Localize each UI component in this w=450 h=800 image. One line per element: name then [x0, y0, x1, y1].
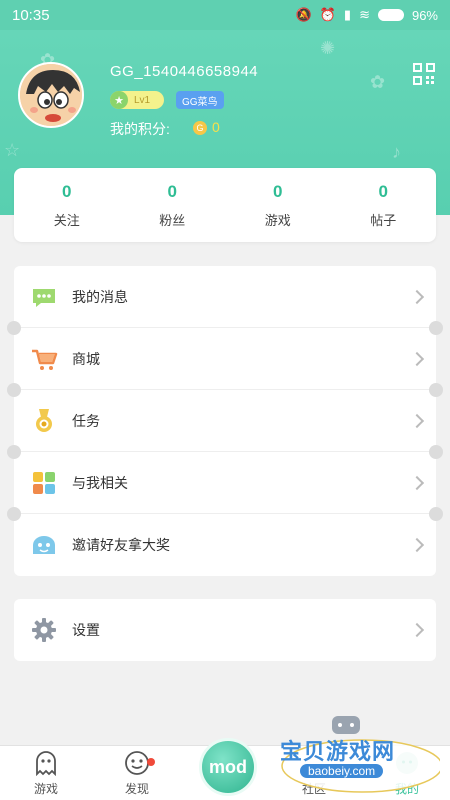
menu-item-invite[interactable]: 邀请好友拿大奖: [14, 514, 436, 576]
decor-icon: ✺: [320, 38, 336, 58]
notch-decoration: [7, 321, 21, 335]
notch-decoration: [7, 507, 21, 521]
stat-label: 游戏: [264, 212, 291, 228]
avatar[interactable]: [18, 62, 84, 128]
score-value: 0: [212, 119, 220, 135]
ghost-icon: [33, 750, 59, 777]
stat-followers[interactable]: 0 粉丝: [120, 168, 226, 242]
mute-icon: 🔕: [295, 7, 312, 22]
watermark: 宝贝游戏网 baobeiy.com: [270, 712, 440, 798]
notch-decoration: [429, 507, 443, 521]
alarm-icon: ⏰: [319, 7, 336, 22]
level-badge: ★ Lv1: [110, 91, 164, 109]
stat-value: 0: [167, 181, 177, 201]
wifi-icon: ≋: [359, 7, 370, 22]
status-icons: 🔕 ⏰ ▮ ≋ 96%: [296, 7, 438, 23]
watermark-title: 宝贝游戏网: [280, 739, 396, 764]
stat-label: 帖子: [370, 212, 397, 228]
status-bar: 10:35 🔕 ⏰ ▮ ≋ 96%: [0, 0, 450, 30]
notch-decoration: [429, 445, 443, 459]
chevron-right-icon: [409, 413, 425, 428]
battery-icon: [377, 9, 404, 21]
menu-item-related[interactable]: 与我相关: [14, 452, 436, 514]
username: GG_1540446658944: [110, 63, 259, 80]
chevron-right-icon: [409, 622, 425, 638]
menu-item-label: 设置: [72, 622, 100, 638]
menu-item-label: 与我相关: [72, 474, 128, 491]
medal-icon: [30, 407, 58, 435]
stat-value: 0: [378, 181, 388, 201]
chevron-right-icon: [409, 537, 425, 553]
menu-item-settings[interactable]: 设置: [14, 599, 436, 661]
chevron-right-icon: [409, 289, 425, 304]
stat-label: 关注: [53, 212, 80, 228]
stats-card: 0 关注 0 粉丝 0 游戏 0 帖子: [14, 168, 436, 242]
watermark-url: baobeiy.com: [300, 764, 384, 778]
message-icon: [30, 283, 58, 311]
score-label: 我的积分:: [110, 121, 170, 137]
decor-icon: ♪: [392, 142, 401, 162]
stat-label: 粉丝: [159, 212, 186, 228]
shopping-cart-icon: [30, 345, 58, 373]
invite-icon: [30, 531, 58, 559]
stat-games[interactable]: 0 游戏: [225, 168, 331, 242]
menu-item-tasks[interactable]: 任务: [14, 390, 436, 452]
menu-item-label: 任务: [72, 412, 100, 429]
chevron-right-icon: [409, 475, 425, 490]
menu-item-messages[interactable]: 我的消息: [14, 266, 436, 328]
decor-icon: ✿: [370, 72, 386, 92]
star-icon: ★: [110, 91, 128, 109]
decor-icon: ☆: [4, 140, 21, 160]
menu-item-shop[interactable]: 商城: [14, 328, 436, 390]
notch-decoration: [429, 321, 443, 335]
tab-games[interactable]: 游戏: [16, 746, 76, 800]
notch-decoration: [429, 383, 443, 397]
level-text: Lv1: [134, 94, 151, 106]
main-menu: 我的消息 商城 任务 与我相关 邀请好友拿大奖: [14, 266, 436, 576]
chevron-right-icon: [409, 351, 425, 366]
battery-level: 96%: [411, 7, 438, 23]
coin-icon: G: [193, 121, 207, 135]
settings-menu: 设置: [14, 599, 436, 661]
gear-icon: [30, 616, 58, 644]
menu-item-label: 邀请好友拿大奖: [72, 537, 170, 553]
stat-value: 0: [273, 181, 283, 201]
notch-decoration: [7, 445, 21, 459]
menu-item-label: 我的消息: [72, 288, 128, 305]
grid-icon: [30, 469, 58, 497]
status-time: 10:35: [12, 6, 50, 24]
rank-badge: GG菜鸟: [176, 91, 224, 109]
mod-center-button[interactable]: mod: [199, 738, 257, 796]
stat-value: 0: [62, 181, 72, 201]
face-icon: [124, 750, 150, 776]
tab-label: 发现: [124, 782, 149, 796]
stat-posts[interactable]: 0 帖子: [331, 168, 437, 242]
tab-discover[interactable]: 发现: [107, 746, 167, 800]
signal-icon: ▮: [343, 7, 352, 22]
tab-label: 游戏: [33, 782, 58, 796]
stat-following[interactable]: 0 关注: [14, 168, 120, 242]
notch-decoration: [7, 383, 21, 397]
notification-dot: [147, 758, 155, 766]
qr-code-icon[interactable]: [412, 62, 436, 86]
menu-item-label: 商城: [72, 350, 100, 367]
